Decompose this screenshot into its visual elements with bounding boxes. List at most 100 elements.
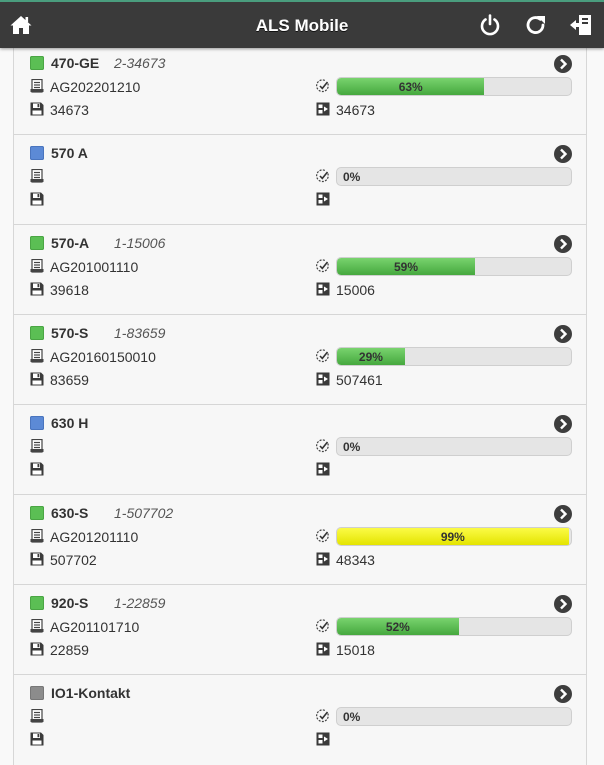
chevron-right-icon[interactable] — [554, 595, 572, 613]
progress-bar: 29% — [336, 347, 572, 366]
progress-label: 0% — [343, 170, 361, 184]
item-list: 470-GE 2-34673 AG202201210 34673 63% 34673 570… — [13, 48, 587, 765]
order-number: AG202201210 — [50, 79, 141, 95]
order-number: AG201101710 — [50, 619, 140, 635]
item-name: 630 H — [51, 415, 89, 431]
logout-icon — [570, 15, 591, 35]
app-header: ALS Mobile — [0, 0, 604, 48]
progress-bar: 0% — [336, 167, 572, 186]
status-indicator — [30, 416, 44, 430]
list-item[interactable]: 630 H 0% — [14, 405, 586, 495]
power-icon — [480, 14, 500, 36]
document-icon — [30, 169, 44, 183]
save-icon — [30, 552, 44, 566]
count-icon — [316, 552, 330, 566]
progress-label: 63% — [398, 80, 423, 94]
item-name: 570-A — [51, 235, 90, 251]
document-icon — [30, 439, 44, 453]
progress-bar: 0% — [336, 437, 572, 456]
item-count: 34673 — [336, 102, 375, 118]
logout-button[interactable] — [569, 13, 593, 37]
status-indicator — [30, 506, 44, 520]
list-item[interactable]: 570-A 1-15006 AG201001110 39618 59% 15006 — [14, 225, 586, 315]
progress-check-icon — [316, 619, 330, 633]
order-number: AG20160150010 — [50, 349, 156, 365]
status-indicator — [30, 56, 44, 70]
document-icon — [30, 619, 44, 633]
count-icon — [316, 102, 330, 116]
progress-check-icon — [316, 709, 330, 723]
item-name: 570-S — [51, 325, 89, 341]
item-name: 570 A — [51, 145, 88, 161]
chevron-right-icon[interactable] — [554, 325, 572, 343]
count-icon — [316, 732, 330, 746]
progress-check-icon — [316, 79, 330, 93]
progress-label: 59% — [394, 260, 419, 274]
item-number: 39618 — [50, 282, 89, 298]
status-indicator — [30, 146, 44, 160]
progress-bar: 59% — [336, 257, 572, 276]
item-subtitle: 1-22859 — [114, 595, 166, 611]
progress-check-icon — [316, 529, 330, 543]
document-icon — [30, 709, 44, 723]
item-count: 15018 — [336, 642, 375, 658]
status-indicator — [30, 596, 44, 610]
count-icon — [316, 642, 330, 656]
save-icon — [30, 732, 44, 746]
item-count: 48343 — [336, 552, 375, 568]
progress-bar: 99% — [336, 527, 572, 546]
document-icon — [30, 259, 44, 273]
chevron-right-icon[interactable] — [554, 505, 572, 523]
progress-check-icon — [316, 349, 330, 363]
progress-label: 99% — [440, 530, 465, 544]
item-number: 22859 — [50, 642, 89, 658]
item-subtitle: 1-83659 — [114, 325, 166, 341]
chevron-right-icon[interactable] — [554, 145, 572, 163]
count-icon — [316, 372, 330, 386]
count-icon — [316, 462, 330, 476]
item-subtitle: 1-15006 — [114, 235, 166, 251]
save-icon — [30, 282, 44, 296]
item-subtitle: 1-507702 — [114, 505, 174, 521]
save-icon — [30, 192, 44, 206]
status-indicator — [30, 686, 44, 700]
refresh-button[interactable] — [524, 13, 548, 37]
status-indicator — [30, 326, 44, 340]
progress-bar: 0% — [336, 707, 572, 726]
chevron-right-icon[interactable] — [554, 685, 572, 703]
item-count: 507461 — [336, 372, 383, 388]
document-icon — [30, 79, 44, 93]
progress-check-icon — [316, 259, 330, 273]
item-name: 920-S — [51, 595, 89, 611]
status-indicator — [30, 236, 44, 250]
refresh-icon — [526, 16, 545, 34]
chevron-right-icon[interactable] — [554, 235, 572, 253]
list-item[interactable]: 470-GE 2-34673 AG202201210 34673 63% 34673 — [14, 48, 586, 135]
save-icon — [30, 102, 44, 116]
progress-bar: 63% — [336, 77, 572, 96]
count-icon — [316, 282, 330, 296]
progress-label: 0% — [343, 710, 361, 724]
list-item[interactable]: 920-S 1-22859 AG201101710 22859 52% 15018 — [14, 585, 586, 675]
progress-check-icon — [316, 439, 330, 453]
order-number: AG201001110 — [50, 259, 139, 275]
save-icon — [30, 462, 44, 476]
save-icon — [30, 372, 44, 386]
item-count: 15006 — [336, 282, 375, 298]
power-button[interactable] — [478, 13, 502, 37]
chevron-right-icon[interactable] — [554, 415, 572, 433]
chevron-right-icon[interactable] — [554, 55, 572, 73]
list-item[interactable]: 570 A 0% — [14, 135, 586, 225]
progress-label: 0% — [343, 440, 361, 454]
item-name: 470-GE — [51, 55, 100, 71]
progress-label: 29% — [358, 350, 383, 364]
list-item[interactable]: IO1-Kontakt 0% — [14, 675, 586, 765]
item-name: IO1-Kontakt — [51, 685, 131, 701]
item-number: 83659 — [50, 372, 89, 388]
count-icon — [316, 192, 330, 206]
list-item[interactable]: 570-S 1-83659 AG20160150010 83659 29% 507461 — [14, 315, 586, 405]
item-number: 34673 — [50, 102, 89, 118]
list-item[interactable]: 630-S 1-507702 AG201201110 507702 99% 48343 — [14, 495, 586, 585]
save-icon — [30, 642, 44, 656]
progress-bar: 52% — [336, 617, 572, 636]
